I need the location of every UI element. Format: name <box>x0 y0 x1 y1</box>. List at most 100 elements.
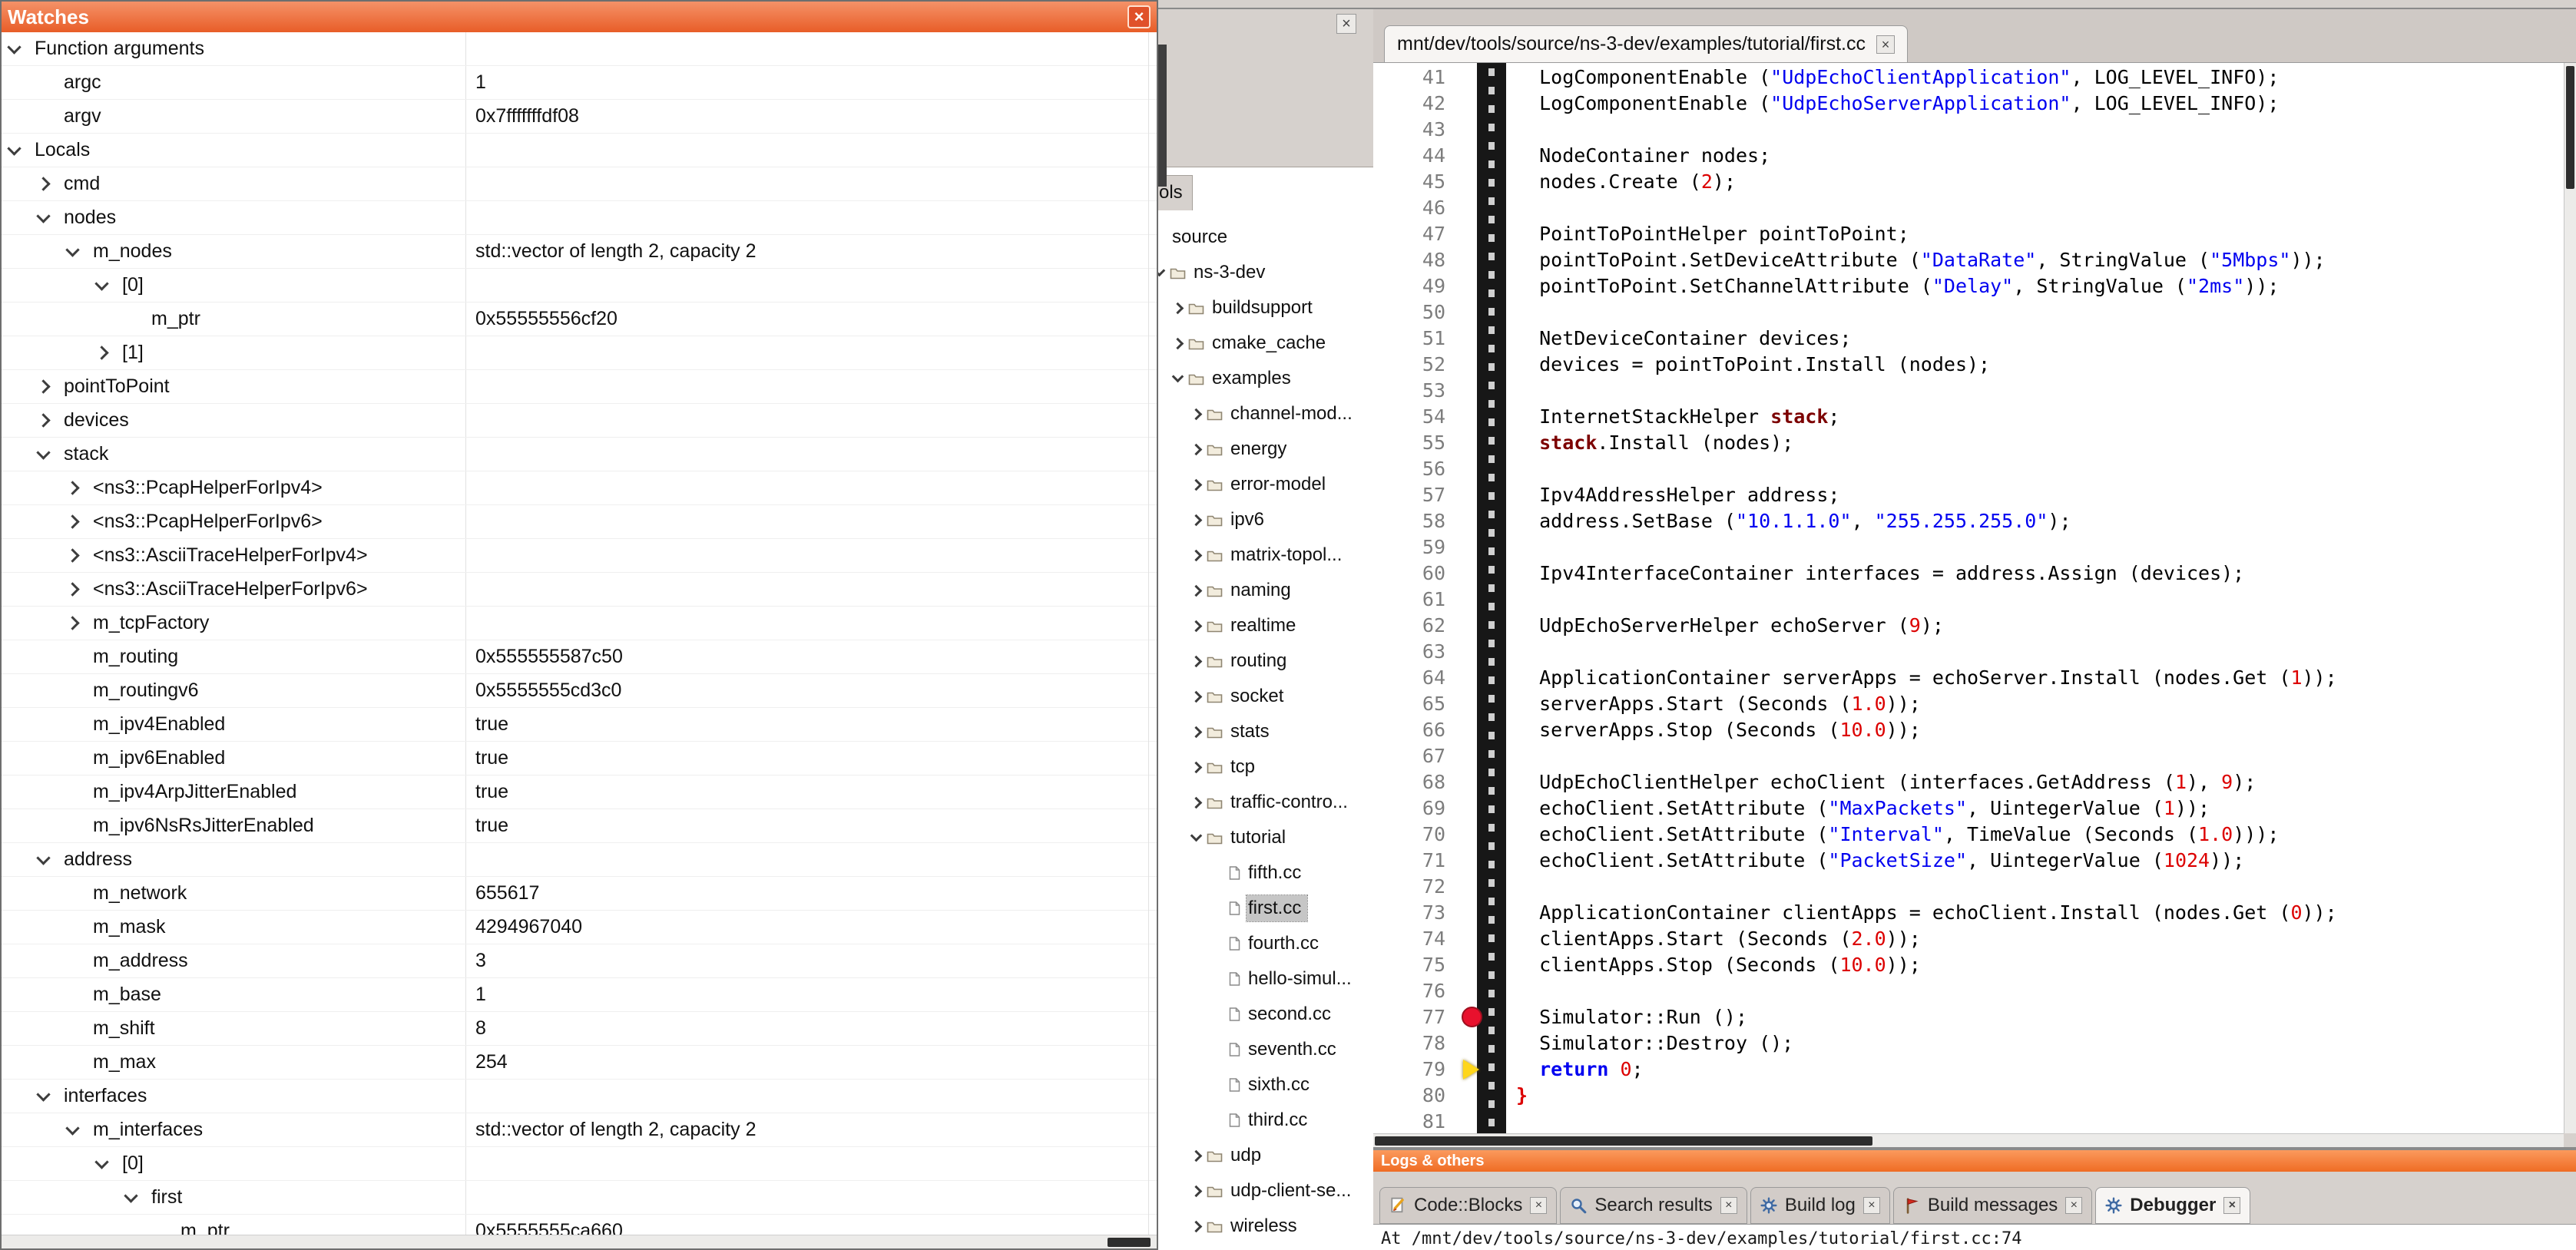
close-icon[interactable]: × <box>1720 1197 1737 1214</box>
watch-row-devices[interactable]: devices <box>2 404 1157 438</box>
chevron-right-icon[interactable] <box>36 177 50 190</box>
watch-row-cmd[interactable]: cmd <box>2 167 1157 201</box>
chevron-right-icon[interactable] <box>1172 337 1184 349</box>
tree-item-routing[interactable]: routing <box>1155 643 1373 679</box>
watch-row-0[interactable]: [0] <box>2 1147 1157 1181</box>
watch-row-m-interfaces[interactable]: m_interfacesstd::vector of length 2, cap… <box>2 1113 1157 1147</box>
tree-item-naming[interactable]: naming <box>1155 573 1373 608</box>
editor-tab-first-cc[interactable]: mnt/dev/tools/source/ns-3-dev/examples/t… <box>1384 25 1908 62</box>
tree-item-second-cc[interactable]: second.cc <box>1155 997 1373 1032</box>
watch-row-1[interactable]: [1] <box>2 336 1157 370</box>
tree-item-udp-client-se[interactable]: udp-client-se... <box>1155 1173 1373 1209</box>
chevron-down-icon[interactable] <box>124 1189 137 1202</box>
tree-item-seventh-cc[interactable]: seventh.cc <box>1155 1032 1373 1067</box>
tree-item-first-cc[interactable]: first.cc <box>1155 891 1373 926</box>
chevron-right-icon[interactable] <box>65 548 79 562</box>
tree-item-socket[interactable]: socket <box>1155 679 1373 714</box>
watch-row-nodes[interactable]: nodes <box>2 201 1157 235</box>
watch-row-interfaces[interactable]: interfaces <box>2 1080 1157 1113</box>
tree-item-ns-3-dev[interactable]: ns-3-dev <box>1155 255 1373 290</box>
tree-item-hello-simul[interactable]: hello-simul... <box>1155 961 1373 997</box>
chevron-right-icon[interactable] <box>1190 726 1203 738</box>
chevron-right-icon[interactable] <box>65 481 79 494</box>
chevron-down-icon[interactable] <box>94 1155 108 1169</box>
chevron-right-icon[interactable] <box>1190 655 1203 667</box>
chevron-right-icon[interactable] <box>65 616 79 630</box>
chevron-right-icon[interactable] <box>1190 796 1203 809</box>
chevron-right-icon[interactable] <box>36 379 50 393</box>
chevron-down-icon[interactable] <box>7 141 21 155</box>
management-scrollbar[interactable] <box>1157 40 1168 201</box>
scrollbar-thumb[interactable] <box>1157 45 1167 187</box>
close-icon[interactable]: × <box>2065 1197 2082 1214</box>
watch-row-m-ptr[interactable]: m_ptr0x55555556cf20 <box>2 303 1157 336</box>
watch-row-m-base[interactable]: m_base1 <box>2 978 1157 1012</box>
chevron-down-icon[interactable] <box>36 209 50 223</box>
watch-row-ns3-asciitracehelperforipv4[interactable]: <ns3::AsciiTraceHelperForIpv4> <box>2 539 1157 573</box>
editor-vertical-scrollbar[interactable] <box>2564 63 2576 1133</box>
chevron-right-icon[interactable] <box>36 413 50 427</box>
chevron-down-icon[interactable] <box>36 1087 50 1101</box>
close-icon[interactable]: × <box>2223 1197 2240 1214</box>
log-tab-build-messages[interactable]: Build messages× <box>1893 1187 2092 1224</box>
scrollbar-thumb[interactable] <box>2566 66 2574 189</box>
watches-horizontal-scrollbar[interactable] <box>2 1235 1157 1248</box>
watch-row-m-ipv6enabled[interactable]: m_ipv6Enabledtrue <box>2 742 1157 775</box>
tree-item-source[interactable]: source <box>1155 220 1373 255</box>
chevron-right-icon[interactable] <box>1190 761 1203 773</box>
chevron-right-icon[interactable] <box>1190 1149 1203 1162</box>
watch-row-first[interactable]: first <box>2 1181 1157 1215</box>
chevron-right-icon[interactable] <box>1190 1185 1203 1197</box>
chevron-right-icon[interactable] <box>65 514 79 528</box>
log-tab-debugger[interactable]: Debugger× <box>2095 1187 2250 1224</box>
chevron-right-icon[interactable] <box>65 582 79 596</box>
close-icon[interactable]: × <box>1336 14 1356 34</box>
chevron-down-icon[interactable] <box>1190 830 1203 842</box>
chevron-down-icon[interactable] <box>65 1121 79 1135</box>
watch-row-m-ipv4enabled[interactable]: m_ipv4Enabledtrue <box>2 708 1157 742</box>
log-tab-code-blocks[interactable]: Code::Blocks× <box>1379 1187 1557 1224</box>
tree-item-udp[interactable]: udp <box>1155 1138 1373 1173</box>
watch-row-ns3-pcaphelperforipv4[interactable]: <ns3::PcapHelperForIpv4> <box>2 471 1157 505</box>
watch-row-m-routing[interactable]: m_routing0x555555587c50 <box>2 640 1157 674</box>
tree-item-ipv6[interactable]: ipv6 <box>1155 502 1373 537</box>
watch-row-m-shift[interactable]: m_shift8 <box>2 1012 1157 1046</box>
tree-item-tcp[interactable]: tcp <box>1155 749 1373 785</box>
tree-item-cmake-cache[interactable]: cmake_cache <box>1155 326 1373 361</box>
chevron-right-icon[interactable] <box>1172 302 1184 314</box>
close-icon[interactable]: × <box>1127 5 1151 28</box>
tree-item-tutorial[interactable]: tutorial <box>1155 820 1373 855</box>
watches-titlebar[interactable]: Watches × <box>2 2 1157 32</box>
watch-row-m-network[interactable]: m_network655617 <box>2 877 1157 911</box>
tree-item-wireless[interactable]: wireless <box>1155 1209 1373 1244</box>
close-icon[interactable]: × <box>1530 1197 1547 1214</box>
tree-item-buildsupport[interactable]: buildsupport <box>1155 290 1373 326</box>
watch-row-stack[interactable]: stack <box>2 438 1157 471</box>
chevron-right-icon[interactable] <box>1190 443 1203 455</box>
watch-row-m-max[interactable]: m_max254 <box>2 1046 1157 1080</box>
watch-row-ns3-pcaphelperforipv6[interactable]: <ns3::PcapHelperForIpv6> <box>2 505 1157 539</box>
close-icon[interactable]: × <box>1876 35 1895 54</box>
tree-item-energy[interactable]: energy <box>1155 432 1373 467</box>
watch-row-ns3-asciitracehelperforipv6[interactable]: <ns3::AsciiTraceHelperForIpv6> <box>2 573 1157 607</box>
chevron-down-icon[interactable] <box>7 40 21 54</box>
watch-row-m-tcpfactory[interactable]: m_tcpFactory <box>2 607 1157 640</box>
watch-row-address[interactable]: address <box>2 843 1157 877</box>
chevron-right-icon[interactable] <box>1190 1220 1203 1232</box>
watch-row-0[interactable]: [0] <box>2 269 1157 303</box>
tree-item-matrix-topol[interactable]: matrix-topol... <box>1155 537 1373 573</box>
tree-item-sixth-cc[interactable]: sixth.cc <box>1155 1067 1373 1103</box>
watch-row-pointtopoint[interactable]: pointToPoint <box>2 370 1157 404</box>
log-tab-search-results[interactable]: Search results× <box>1560 1187 1747 1224</box>
line-number-gutter[interactable]: 4142434445464748495051525354555657585960… <box>1373 64 1452 1133</box>
tree-item-examples[interactable]: examples <box>1155 361 1373 396</box>
watch-row-m-routingv6[interactable]: m_routingv60x5555555cd3c0 <box>2 674 1157 708</box>
code-editor[interactable]: 4142434445464748495051525354555657585960… <box>1373 63 2564 1133</box>
chevron-right-icon[interactable] <box>1190 620 1203 632</box>
tree-item-fifth-cc[interactable]: fifth.cc <box>1155 855 1373 891</box>
watch-row-argv[interactable]: argv0x7fffffffdf08 <box>2 100 1157 134</box>
tree-item-realtime[interactable]: realtime <box>1155 608 1373 643</box>
chevron-right-icon[interactable] <box>94 346 108 359</box>
watch-row-m-address[interactable]: m_address3 <box>2 944 1157 978</box>
scrollbar-thumb[interactable] <box>1375 1136 1872 1146</box>
